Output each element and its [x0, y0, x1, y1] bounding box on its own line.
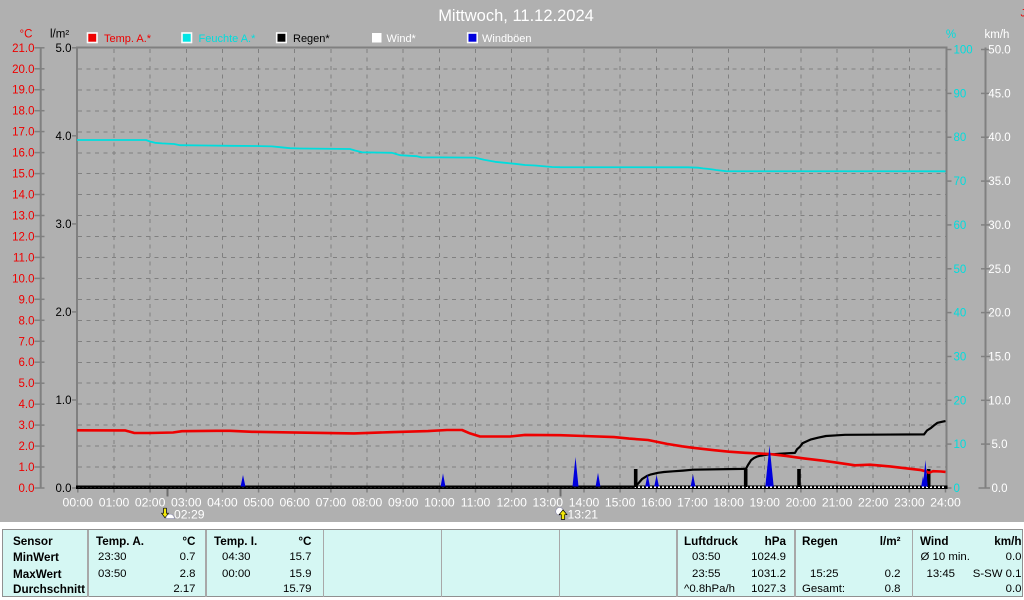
svg-text:11.0: 11.0: [13, 252, 35, 264]
svg-text:12:00: 12:00: [496, 496, 527, 510]
svg-text:19:00: 19:00: [749, 496, 780, 510]
svg-text:0.0: 0.0: [992, 483, 1008, 495]
svg-text:2.0: 2.0: [56, 307, 72, 319]
svg-text:16:00: 16:00: [641, 496, 672, 510]
svg-text:Windböen: Windböen: [482, 33, 532, 45]
svg-text:10: 10: [954, 439, 967, 451]
svg-text:45.0: 45.0: [988, 88, 1010, 100]
svg-text:02:29: 02:29: [174, 508, 205, 522]
svg-text:06:00: 06:00: [279, 496, 310, 510]
svg-text:9.0: 9.0: [19, 294, 35, 306]
svg-text:8.0: 8.0: [19, 315, 35, 327]
svg-text:5.0: 5.0: [992, 439, 1008, 451]
svg-text:16.0: 16.0: [12, 148, 34, 160]
svg-text:%: %: [946, 29, 956, 41]
svg-text:70: 70: [954, 176, 967, 188]
svg-text:07:00: 07:00: [316, 496, 347, 510]
svg-text:0.0: 0.0: [56, 483, 72, 495]
svg-text:09:00: 09:00: [388, 496, 419, 510]
svg-text:18.0: 18.0: [12, 106, 34, 118]
svg-text:3.0: 3.0: [56, 219, 72, 231]
svg-text:13.0: 13.0: [12, 211, 34, 223]
svg-text:80: 80: [954, 132, 967, 144]
svg-text:90: 90: [954, 88, 967, 100]
svg-text:15.0: 15.0: [988, 352, 1010, 364]
svg-text:10.0: 10.0: [988, 395, 1010, 407]
svg-text:25.0: 25.0: [988, 264, 1010, 276]
svg-text:12.0: 12.0: [12, 232, 34, 244]
svg-text:km/h: km/h: [985, 29, 1010, 41]
svg-text:1.0: 1.0: [56, 395, 72, 407]
svg-text:24:00: 24:00: [930, 496, 961, 510]
svg-text:10:00: 10:00: [424, 496, 455, 510]
svg-text:40: 40: [954, 308, 967, 320]
svg-text:02:00: 02:00: [135, 496, 166, 510]
svg-text:10.0: 10.0: [12, 273, 34, 285]
svg-text:05:00: 05:00: [243, 496, 274, 510]
svg-text:Feuchte A.*: Feuchte A.*: [199, 33, 257, 45]
svg-text:7.0: 7.0: [19, 336, 35, 348]
svg-text:30: 30: [954, 352, 967, 364]
svg-text:4.0: 4.0: [56, 131, 72, 143]
svg-text:5.0: 5.0: [56, 43, 72, 55]
svg-text:100: 100: [954, 45, 973, 57]
svg-text:18:00: 18:00: [713, 496, 744, 510]
svg-text:20.0: 20.0: [988, 308, 1010, 320]
svg-text:23:00: 23:00: [894, 496, 925, 510]
svg-text:6.0: 6.0: [19, 357, 35, 369]
svg-text:17.0: 17.0: [12, 127, 34, 139]
svg-text:4.0: 4.0: [19, 399, 35, 411]
svg-text:14.0: 14.0: [12, 190, 34, 202]
svg-text:15:00: 15:00: [605, 496, 636, 510]
svg-text:Jarz Erich: Jarz Erich: [1021, 8, 1024, 20]
svg-text:17:00: 17:00: [677, 496, 708, 510]
svg-text:50: 50: [954, 264, 967, 276]
svg-text:20:00: 20:00: [786, 496, 817, 510]
svg-text:08:00: 08:00: [352, 496, 383, 510]
svg-text:20: 20: [954, 395, 967, 407]
svg-text:Mittwoch, 11.12.2024: Mittwoch, 11.12.2024: [438, 7, 594, 25]
svg-text:l/m²: l/m²: [50, 29, 69, 41]
svg-text:01:00: 01:00: [99, 496, 130, 510]
svg-text:40.0: 40.0: [988, 132, 1010, 144]
svg-text:2.0: 2.0: [19, 441, 35, 453]
svg-text:60: 60: [954, 220, 967, 232]
svg-text:°C: °C: [20, 29, 33, 41]
svg-text:0: 0: [954, 483, 960, 495]
svg-text:50.0: 50.0: [988, 45, 1010, 57]
svg-text:Wind*: Wind*: [387, 33, 417, 45]
svg-text:22:00: 22:00: [858, 496, 889, 510]
svg-text:5.0: 5.0: [19, 378, 35, 390]
svg-text:35.0: 35.0: [988, 176, 1010, 188]
svg-text:13:00: 13:00: [533, 496, 564, 510]
svg-text:11:00: 11:00: [461, 496, 491, 510]
svg-text:0.0: 0.0: [19, 483, 35, 495]
svg-text:21:00: 21:00: [822, 496, 853, 510]
svg-text:30.0: 30.0: [988, 220, 1010, 232]
svg-text:1.0: 1.0: [19, 462, 35, 474]
svg-text:21.0: 21.0: [12, 43, 34, 55]
svg-text:20.0: 20.0: [12, 64, 34, 76]
svg-text:15.0: 15.0: [12, 169, 34, 181]
svg-text:19.0: 19.0: [12, 85, 34, 97]
svg-text:3.0: 3.0: [19, 420, 35, 432]
svg-text:00:00: 00:00: [63, 496, 94, 510]
svg-text:Regen*: Regen*: [293, 33, 330, 45]
svg-text:13:21: 13:21: [568, 508, 599, 522]
svg-text:04:00: 04:00: [207, 496, 238, 510]
svg-text:Temp. A.*: Temp. A.*: [104, 33, 152, 45]
